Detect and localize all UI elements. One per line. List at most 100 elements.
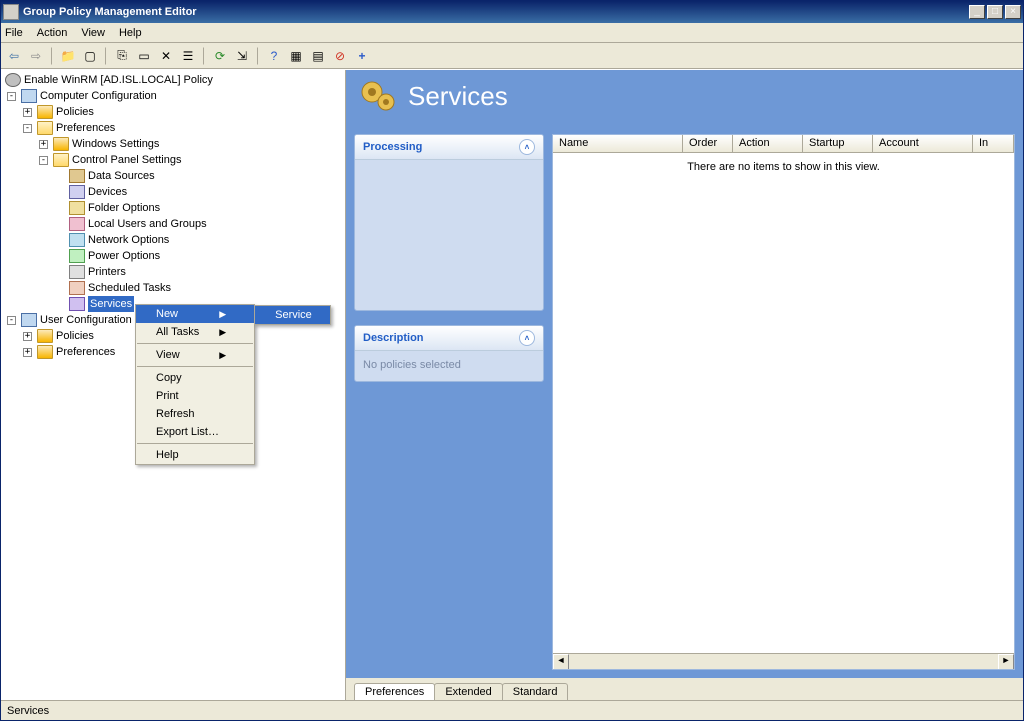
tab-standard[interactable]: Standard (502, 683, 569, 700)
expand-icon[interactable]: + (23, 348, 32, 357)
tree-label-selected: Services (88, 296, 134, 312)
ctx-label: Refresh (156, 408, 195, 420)
tree-preferences[interactable]: -Preferences (37, 120, 343, 136)
tree-power[interactable]: Power Options (69, 248, 343, 264)
separator (137, 443, 253, 444)
show-hide-icon[interactable]: ▢ (81, 47, 99, 65)
expand-icon[interactable]: + (23, 108, 32, 117)
minimize-button[interactable]: _ (969, 5, 985, 19)
separator (257, 47, 259, 65)
collapse-icon[interactable]: - (39, 156, 48, 165)
ctx-new[interactable]: New▶ Service (136, 305, 254, 323)
description-body: No policies selected (355, 351, 543, 381)
close-button[interactable]: × (1005, 5, 1021, 19)
separator (137, 366, 253, 367)
tree-label: Enable WinRM [AD.ISL.LOCAL] Policy (24, 72, 213, 88)
description-box: Description ˄ No policies selected (354, 325, 544, 382)
box-title: Description (363, 332, 424, 344)
ctx-refresh[interactable]: Refresh (136, 405, 254, 423)
tree-folder-options[interactable]: Folder Options (69, 200, 343, 216)
list-area: Name Order Action Startup Account In The… (552, 134, 1015, 670)
tree-label: User Configuration (40, 312, 132, 328)
menu-view[interactable]: View (81, 27, 105, 39)
collapse-icon[interactable]: - (23, 124, 32, 133)
separator (51, 47, 53, 65)
col-order[interactable]: Order (683, 135, 733, 152)
separator (137, 343, 253, 344)
help-icon[interactable]: ? (265, 47, 283, 65)
tree-scheduled-tasks[interactable]: Scheduled Tasks (69, 280, 343, 296)
horizontal-scrollbar[interactable]: ◄ ► (553, 653, 1014, 669)
ctx-export[interactable]: Export List… (136, 423, 254, 441)
tree-windows-settings[interactable]: +Windows Settings (53, 136, 343, 152)
tree-printers[interactable]: Printers (69, 264, 343, 280)
ctx-label: Export List… (156, 426, 219, 438)
ctx-help[interactable]: Help (136, 446, 254, 464)
submenu-new: Service (254, 305, 331, 325)
folder-open-icon (53, 153, 69, 167)
submenu-service[interactable]: Service (255, 306, 330, 324)
tree-devices[interactable]: Devices (69, 184, 343, 200)
chevron-up-icon[interactable]: ˄ (519, 330, 535, 346)
col-action[interactable]: Action (733, 135, 803, 152)
tool-icon[interactable]: ▦ (287, 47, 305, 65)
titlebar: Group Policy Management Editor _ □ × (1, 1, 1023, 23)
back-icon[interactable]: ⇦ (5, 47, 23, 65)
scroll-left-icon[interactable]: ◄ (553, 654, 569, 670)
col-in[interactable]: In (973, 135, 1014, 152)
col-startup[interactable]: Startup (803, 135, 873, 152)
tree-root[interactable]: Enable WinRM [AD.ISL.LOCAL] Policy (5, 72, 343, 88)
ctx-print[interactable]: Print (136, 387, 254, 405)
folder-icon (37, 345, 53, 359)
tool-icon[interactable]: ▤ (309, 47, 327, 65)
scroll-right-icon[interactable]: ► (998, 654, 1014, 670)
tab-preferences[interactable]: Preferences (354, 683, 435, 700)
context-menu: New▶ Service All Tasks▶ View▶ Copy Print… (135, 304, 255, 465)
up-icon[interactable]: 📁 (59, 47, 77, 65)
stop-icon[interactable]: ⊘ (331, 47, 349, 65)
ctx-view[interactable]: View▶ (136, 346, 254, 364)
folder-options-icon (69, 201, 85, 215)
ctx-label: Help (156, 449, 179, 461)
tree-control-panel[interactable]: -Control Panel Settings (53, 152, 343, 168)
maximize-button[interactable]: □ (987, 5, 1003, 19)
chevron-right-icon: ▶ (219, 327, 226, 338)
menu-help[interactable]: Help (119, 27, 142, 39)
delete-icon[interactable]: ✕ (157, 47, 175, 65)
window: Group Policy Management Editor _ □ × Fil… (0, 0, 1024, 721)
expand-icon[interactable]: + (39, 140, 48, 149)
ctx-label: Copy (156, 372, 182, 384)
forward-icon[interactable]: ⇨ (27, 47, 45, 65)
tree-computer-config[interactable]: -Computer Configuration (21, 88, 343, 104)
device-icon (69, 185, 85, 199)
list-empty: There are no items to show in this view. (553, 153, 1014, 653)
copy-icon[interactable]: ⎘ (113, 47, 131, 65)
tree-label: Windows Settings (72, 136, 159, 152)
ctx-copy[interactable]: Copy (136, 369, 254, 387)
tab-extended[interactable]: Extended (434, 683, 502, 700)
separator (105, 47, 107, 65)
menu-file[interactable]: File (5, 27, 23, 39)
tree-data-sources[interactable]: Data Sources (69, 168, 343, 184)
tree-network[interactable]: Network Options (69, 232, 343, 248)
power-icon (69, 249, 85, 263)
printer-icon (69, 265, 85, 279)
collapse-icon[interactable]: - (7, 316, 16, 325)
submenu-label: Service (275, 309, 312, 321)
properties-icon[interactable]: ☰ (179, 47, 197, 65)
add-icon[interactable]: + (353, 47, 371, 65)
chevron-up-icon[interactable]: ˄ (519, 139, 535, 155)
menu-action[interactable]: Action (37, 27, 68, 39)
collapse-icon[interactable]: - (7, 92, 16, 101)
tree-local-users[interactable]: Local Users and Groups (69, 216, 343, 232)
export-icon[interactable]: ⇲ (233, 47, 251, 65)
folder-open-icon (37, 121, 53, 135)
expand-icon[interactable]: + (23, 332, 32, 341)
tree-policies[interactable]: +Policies (37, 104, 343, 120)
right-pane: Services Processing˄ Description˄ No pol… (346, 70, 1023, 700)
col-account[interactable]: Account (873, 135, 973, 152)
ctx-all-tasks[interactable]: All Tasks▶ (136, 323, 254, 341)
paste-icon[interactable]: ▭ (135, 47, 153, 65)
col-name[interactable]: Name (553, 135, 683, 152)
refresh-icon[interactable]: ⟳ (211, 47, 229, 65)
